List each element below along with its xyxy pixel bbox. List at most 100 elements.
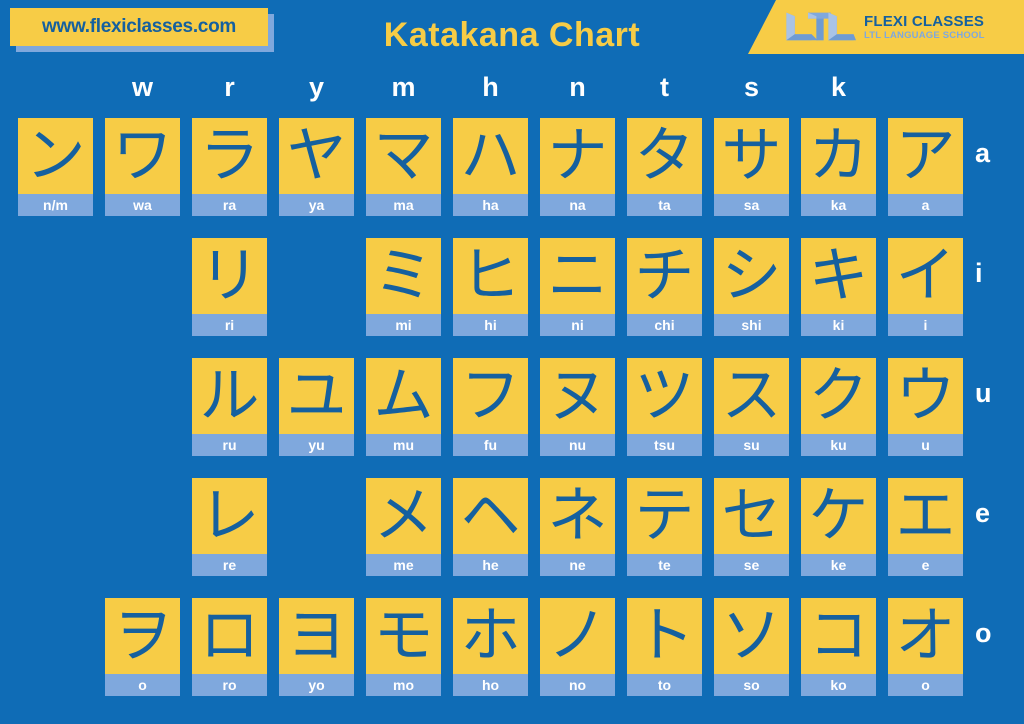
romaji-label: na bbox=[540, 194, 615, 216]
romaji-label: ma bbox=[366, 194, 441, 216]
romaji-label: fu bbox=[453, 434, 528, 456]
kana-cell-ki[interactable]: キ ki bbox=[801, 238, 876, 336]
column-header-r: r bbox=[224, 72, 235, 102]
romaji-label: re bbox=[192, 554, 267, 576]
kana-cell-mu[interactable]: ム mu bbox=[366, 358, 441, 456]
kana-cell-sa[interactable]: サ sa bbox=[714, 118, 789, 216]
kana-cell-re[interactable]: レ re bbox=[192, 478, 267, 576]
kana-cell-fu[interactable]: フ fu bbox=[453, 358, 528, 456]
romaji-label: mi bbox=[366, 314, 441, 336]
row-label-e: e bbox=[975, 498, 991, 528]
romaji-label: hi bbox=[453, 314, 528, 336]
kana-cell-ka[interactable]: カ ka bbox=[801, 118, 876, 216]
kana-glyph: ラ bbox=[192, 118, 267, 194]
kana-glyph: ヤ bbox=[279, 118, 354, 194]
kana-cell-u[interactable]: ウu bbox=[888, 358, 963, 456]
kana-glyph: レ bbox=[192, 478, 267, 554]
kana-cell-ta[interactable]: タ ta bbox=[627, 118, 702, 216]
column-header-h: h bbox=[482, 72, 499, 102]
romaji-label: nu bbox=[540, 434, 615, 456]
column-header-w: w bbox=[131, 72, 153, 102]
romaji-label: ta bbox=[627, 194, 702, 216]
kana-cell-yu[interactable]: ユ yu bbox=[279, 358, 354, 456]
kana-glyph: ケ bbox=[801, 478, 876, 554]
kana-cell-na[interactable]: ナ na bbox=[540, 118, 615, 216]
romaji-label: so bbox=[714, 674, 789, 696]
romaji-label: n/m bbox=[18, 194, 93, 216]
kana-cell-i[interactable]: イi bbox=[888, 238, 963, 336]
kana-cell-ra[interactable]: ラ ra bbox=[192, 118, 267, 216]
kana-cell-wa[interactable]: ワ wa bbox=[105, 118, 180, 216]
kana-glyph: ウ bbox=[888, 358, 963, 434]
kana-glyph: エ bbox=[888, 478, 963, 554]
row-label-a: a bbox=[975, 138, 991, 168]
kana-cell-ne[interactable]: ネ ne bbox=[540, 478, 615, 576]
romaji-label: ho bbox=[453, 674, 528, 696]
romaji-label: ri bbox=[192, 314, 267, 336]
kana-cell-su[interactable]: ス su bbox=[714, 358, 789, 456]
romaji-label: to bbox=[627, 674, 702, 696]
kana-glyph: サ bbox=[714, 118, 789, 194]
kana-cell-ru[interactable]: ル ru bbox=[192, 358, 267, 456]
kana-cell-ma[interactable]: マ ma bbox=[366, 118, 441, 216]
kana-glyph: ソ bbox=[714, 598, 789, 674]
kana-cell-ni[interactable]: ニ ni bbox=[540, 238, 615, 336]
kana-cell-mi[interactable]: ミ mi bbox=[366, 238, 441, 336]
kana-cell-ho[interactable]: ホ ho bbox=[453, 598, 528, 696]
katakana-grid: w r y m h n t s k a i u e o ン n/m ワ wa ラ ra ヤ ya マ ma ハ ha ナ na タ ta サ… bbox=[0, 0, 1024, 724]
romaji-label: se bbox=[714, 554, 789, 576]
kana-cell-ro[interactable]: ロ ro bbox=[192, 598, 267, 696]
kana-cell-nu[interactable]: ヌ nu bbox=[540, 358, 615, 456]
romaji-label: yo bbox=[279, 674, 354, 696]
kana-cell-se[interactable]: セ se bbox=[714, 478, 789, 576]
kana-cell-so[interactable]: ソ so bbox=[714, 598, 789, 696]
kana-glyph: ネ bbox=[540, 478, 615, 554]
kana-glyph: ニ bbox=[540, 238, 615, 314]
kana-cell-shi[interactable]: シ shi bbox=[714, 238, 789, 336]
column-header-k: k bbox=[830, 72, 847, 102]
kana-cell-to[interactable]: ト to bbox=[627, 598, 702, 696]
kana-cell-ko[interactable]: コ ko bbox=[801, 598, 876, 696]
kana-glyph: イ bbox=[888, 238, 963, 314]
kana-cell-ri[interactable]: リ ri bbox=[192, 238, 267, 336]
kana-cell-me[interactable]: メ me bbox=[366, 478, 441, 576]
kana-cell-he[interactable]: ヘ he bbox=[453, 478, 528, 576]
kana-glyph: モ bbox=[366, 598, 441, 674]
kana-glyph: ヒ bbox=[453, 238, 528, 314]
kana-cell-ku[interactable]: ク ku bbox=[801, 358, 876, 456]
kana-cell-o[interactable]: オo bbox=[888, 598, 963, 696]
kana-cell-n-m[interactable]: ン n/m bbox=[18, 118, 93, 216]
kana-cell-te[interactable]: テ te bbox=[627, 478, 702, 576]
kana-glyph: テ bbox=[627, 478, 702, 554]
kana-cell-hi[interactable]: ヒ hi bbox=[453, 238, 528, 336]
romaji-label: ku bbox=[801, 434, 876, 456]
kana-cell-chi[interactable]: チ chi bbox=[627, 238, 702, 336]
romaji-label: ra bbox=[192, 194, 267, 216]
kana-glyph: セ bbox=[714, 478, 789, 554]
kana-glyph: マ bbox=[366, 118, 441, 194]
kana-cell-tsu[interactable]: ツ tsu bbox=[627, 358, 702, 456]
kana-cell-no[interactable]: ノ no bbox=[540, 598, 615, 696]
kana-cell-ya[interactable]: ヤ ya bbox=[279, 118, 354, 216]
romaji-label: sa bbox=[714, 194, 789, 216]
kana-cell-yo[interactable]: ヨ yo bbox=[279, 598, 354, 696]
romaji-label: ha bbox=[453, 194, 528, 216]
kana-cell-e[interactable]: エe bbox=[888, 478, 963, 576]
kana-cell-mo[interactable]: モ mo bbox=[366, 598, 441, 696]
romaji-label: no bbox=[540, 674, 615, 696]
column-header-m: m bbox=[391, 72, 416, 102]
kana-cell-ke[interactable]: ケ ke bbox=[801, 478, 876, 576]
row-label-o: o bbox=[975, 618, 992, 648]
romaji-label: me bbox=[366, 554, 441, 576]
romaji-label: o bbox=[888, 674, 963, 696]
romaji-label: e bbox=[888, 554, 963, 576]
kana-glyph: ス bbox=[714, 358, 789, 434]
kana-cell-ha[interactable]: ハ ha bbox=[453, 118, 528, 216]
romaji-label: chi bbox=[627, 314, 702, 336]
kana-cell-a[interactable]: アa bbox=[888, 118, 963, 216]
romaji-label: ro bbox=[192, 674, 267, 696]
kana-glyph: オ bbox=[888, 598, 963, 674]
kana-cell-o[interactable]: ヲo bbox=[105, 598, 180, 696]
kana-glyph: カ bbox=[801, 118, 876, 194]
romaji-label: wa bbox=[105, 194, 180, 216]
